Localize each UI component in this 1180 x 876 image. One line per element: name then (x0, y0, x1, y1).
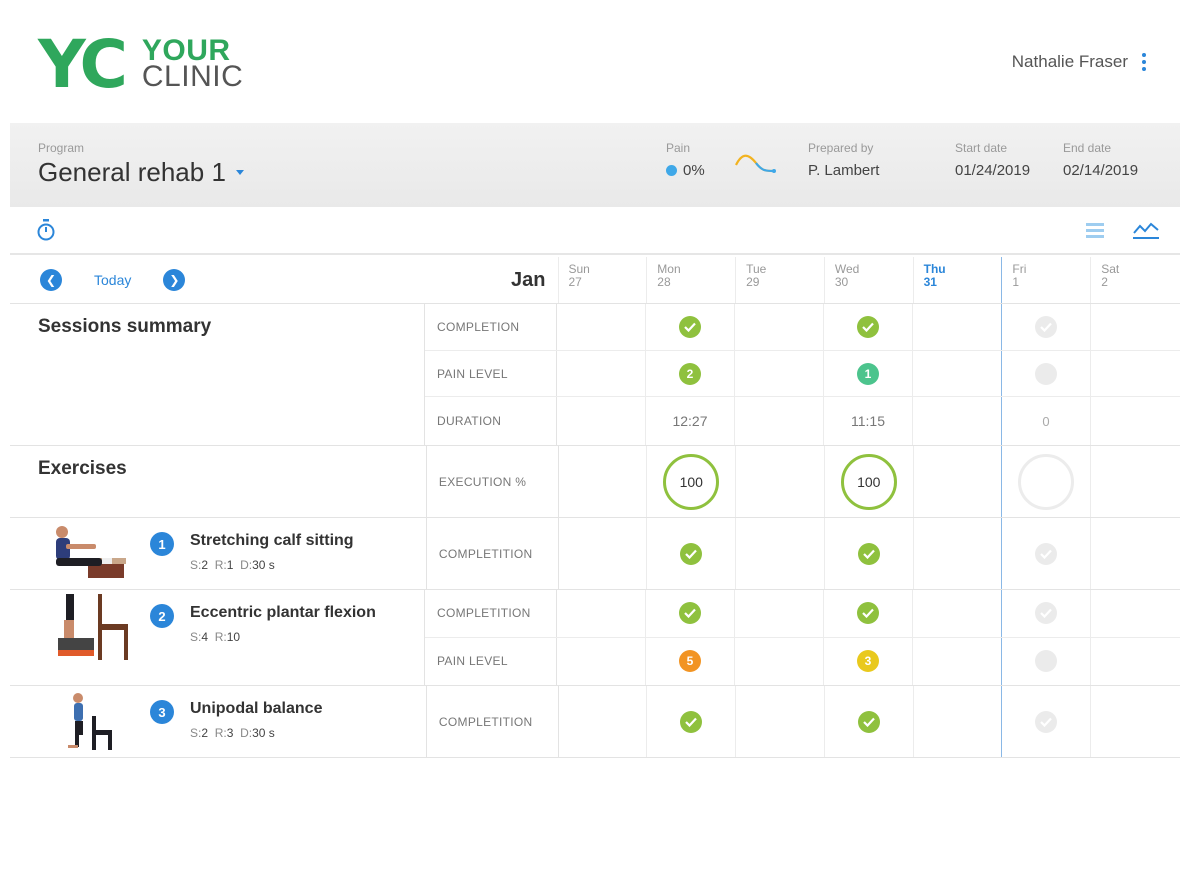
exercise-name[interactable]: Eccentric plantar flexion (190, 604, 376, 622)
calendar-header-row: ❮ Today ❯ Jan Sun 27 Mon 28 Tue 29 Wed 30 Th… (10, 257, 1180, 304)
day-header-sat[interactable]: Sat 2 (1091, 257, 1180, 303)
pain-badge-empty (1035, 362, 1057, 385)
pain-badge: 3 (857, 650, 879, 673)
week-navigation: ❮ Today ❯ (40, 269, 186, 291)
day-header-sun[interactable]: Sun 27 (559, 257, 648, 303)
check-icon (1035, 710, 1058, 733)
clinic-logo: YC YOUR CLINIC (38, 26, 244, 103)
graph-view-icon[interactable] (1132, 219, 1160, 241)
exercise-params: S:4 R:10 (190, 630, 241, 644)
program-name[interactable]: General rehab 1 (38, 157, 226, 188)
program-selector[interactable]: Program General rehab 1 (38, 141, 244, 188)
end-date: End date 02/14/2019 (1063, 141, 1138, 179)
duration-value: 11:15 (824, 397, 913, 445)
kebab-menu-icon[interactable] (1142, 53, 1146, 71)
check-icon (1035, 315, 1057, 338)
exercise-image-calf-stretch (56, 526, 126, 578)
pain-summary: Pain 0% (666, 141, 705, 179)
end-date-label: End date (1063, 141, 1112, 155)
program-label: Program (38, 141, 85, 155)
duration-value: 12:27 (646, 397, 735, 445)
duration-value: 0 (1002, 397, 1091, 445)
schedule-grid: ❮ Today ❯ Jan Sun 27 Mon 28 Tue 29 Wed 30 Th… (10, 257, 1180, 758)
metric-label: COMPLETITION (425, 590, 557, 637)
day-header-fri[interactable]: Fri 1 (1002, 257, 1092, 303)
metric-label: DURATION (425, 397, 557, 445)
exercise-row[interactable]: 2 Eccentric plantar flexion S:4 R:10 COM… (10, 590, 1180, 686)
metric-label: COMPLETITION (427, 518, 559, 589)
execution-ring-empty (1018, 453, 1075, 510)
check-icon (679, 315, 701, 338)
month-label: Jan (511, 269, 546, 291)
check-icon (679, 602, 701, 625)
today-button[interactable]: Today (94, 272, 131, 288)
prev-arrow-icon[interactable]: ❮ (40, 269, 62, 291)
metric-label: PAIN LEVEL (425, 350, 557, 397)
exercise-params: S:2 R:3 D:30 s (190, 726, 275, 740)
check-icon (857, 542, 880, 565)
sessions-completion-row: COMPLETION (425, 304, 1180, 351)
pain-trend-icon[interactable] (734, 149, 778, 177)
day-header-tue[interactable]: Tue 29 (736, 257, 825, 303)
day-header-mon[interactable]: Mon 28 (647, 257, 737, 303)
check-icon (857, 315, 879, 338)
pain-badge: 2 (679, 362, 701, 385)
day-header-thu-today[interactable]: Thu 31 (914, 257, 1003, 303)
exercise-number-badge: 1 (150, 532, 174, 556)
check-icon (680, 542, 703, 565)
logo-mark: YC (38, 26, 128, 103)
logo-line-clinic: CLINIC (141, 60, 244, 93)
exercise-image-plantar-flexion (58, 594, 128, 660)
check-icon (857, 710, 880, 733)
start-date-label: Start date (955, 141, 1008, 155)
exercise-name[interactable]: Unipodal balance (190, 700, 322, 718)
stopwatch-icon[interactable] (36, 219, 56, 241)
check-icon (1035, 602, 1057, 625)
day-header-wed[interactable]: Wed 30 (825, 257, 914, 303)
pain-badge: 1 (857, 362, 879, 385)
caret-down-icon[interactable] (235, 170, 244, 175)
pain-badge-empty (1035, 650, 1057, 673)
user-menu[interactable]: Nathalie Fraser (1012, 52, 1146, 72)
check-icon (857, 602, 879, 625)
list-view-icon[interactable] (1086, 223, 1104, 239)
pain-dot-icon (666, 165, 677, 176)
exercise-name[interactable]: Stretching calf sitting (190, 532, 354, 550)
metric-label: COMPLETION (425, 304, 557, 350)
execution-ring: 100 (840, 453, 897, 510)
start-date: Start date 01/24/2019 (955, 141, 1030, 179)
check-icon (680, 710, 703, 733)
program-info-bar: Program General rehab 1 Pain 0% Prepared… (10, 123, 1180, 207)
exercise-row[interactable]: 1 Stretching calf sitting S:2 R:1 D:30 s… (10, 518, 1180, 590)
metric-label: COMPLETITION (427, 686, 559, 757)
exercise-params: S:2 R:1 D:30 s (190, 558, 275, 572)
metric-label: PAIN LEVEL (425, 637, 557, 685)
exercises-section-header: Exercises EXECUTION % 100 100 (10, 446, 1180, 518)
exercise-image-unipodal-balance (68, 693, 112, 750)
exercise-number-badge: 2 (150, 604, 174, 628)
check-icon (1035, 542, 1058, 565)
metric-label: EXECUTION % (427, 446, 559, 517)
sessions-pain-row: PAIN LEVEL 2 1 (425, 350, 1180, 398)
pain-label: Pain (666, 141, 691, 155)
sessions-summary-title: Sessions summary (38, 316, 212, 337)
sessions-summary-section: Sessions summary COMPLETION PAIN LEVEL 2… (10, 304, 1180, 446)
exercises-title: Exercises (38, 458, 127, 479)
prepared-label: Prepared by (808, 141, 874, 155)
exercise-row[interactable]: 3 Unipodal balance S:2 R:3 D:30 s COMPLE… (10, 686, 1180, 758)
end-date-value: 02/14/2019 (1063, 162, 1139, 179)
start-date-value: 01/24/2019 (955, 162, 1031, 179)
next-arrow-icon[interactable]: ❯ (163, 269, 186, 291)
exercise-number-badge: 3 (150, 700, 174, 724)
execution-ring: 100 (663, 453, 720, 510)
user-name: Nathalie Fraser (1011, 52, 1128, 71)
prepared-value: P. Lambert (808, 162, 880, 179)
sessions-duration-row: DURATION 12:27 11:15 0 (425, 397, 1180, 445)
pain-value: 0% (683, 162, 705, 179)
prepared-by: Prepared by P. Lambert (808, 141, 879, 179)
view-toolbar (10, 207, 1180, 255)
pain-badge: 5 (679, 650, 701, 673)
